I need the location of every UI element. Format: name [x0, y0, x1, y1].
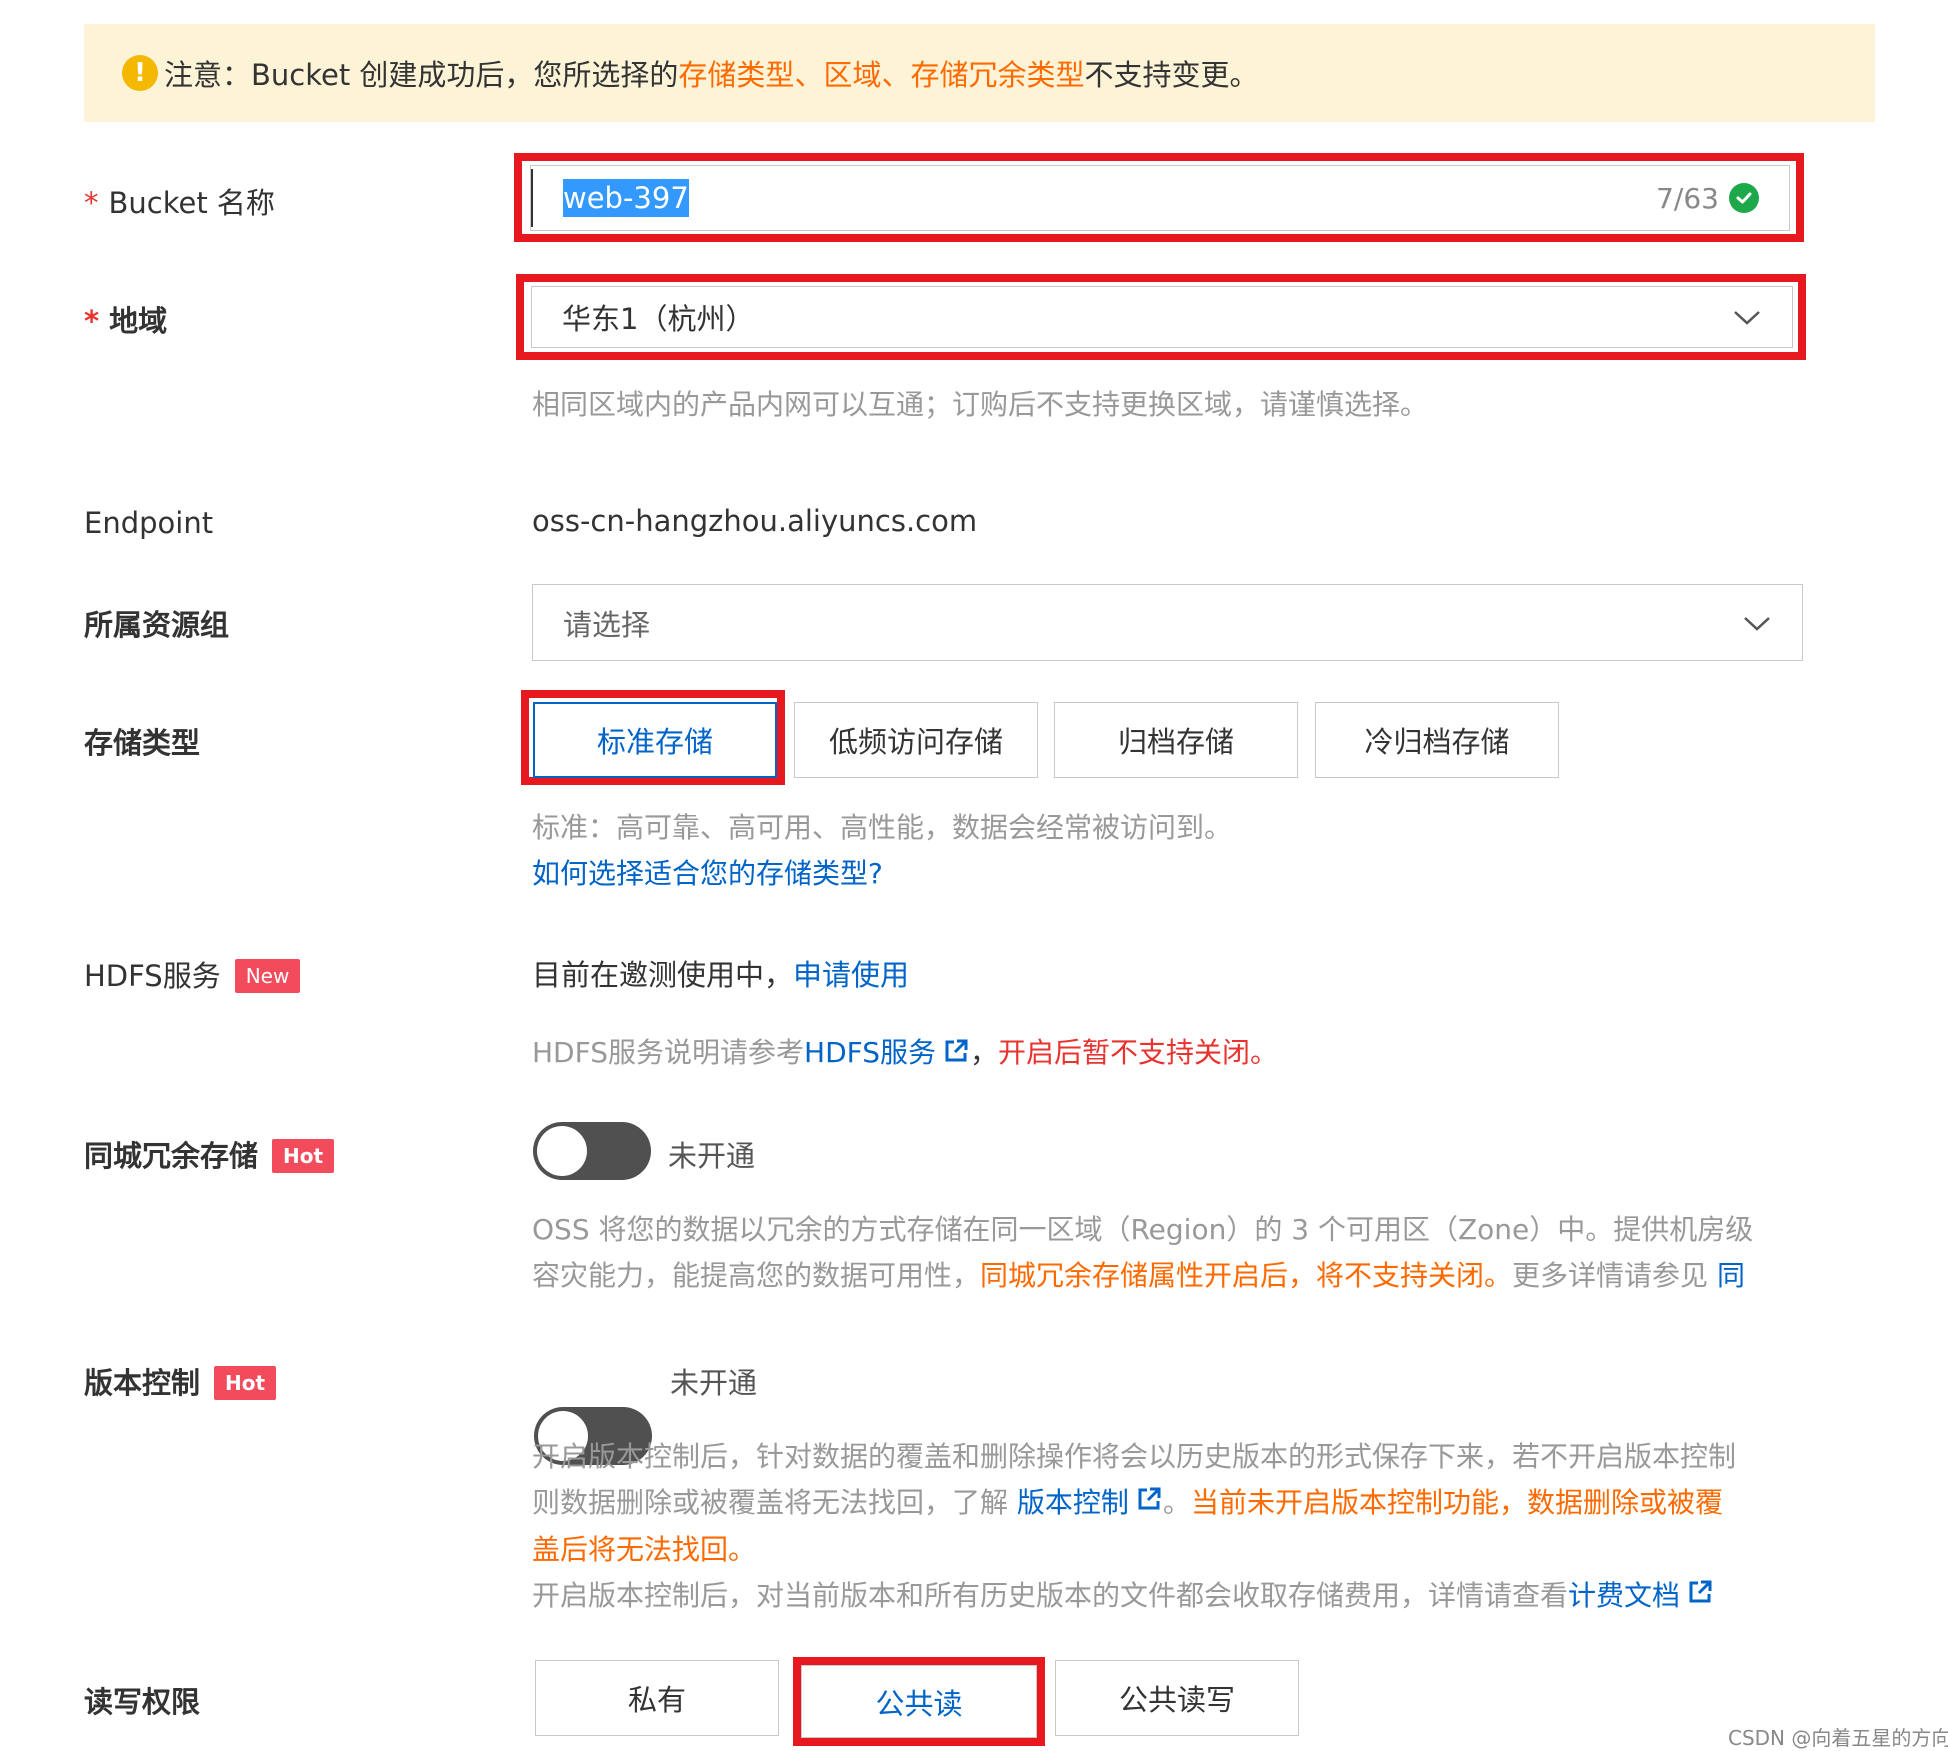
- resource-group-select[interactable]: 请选择: [532, 584, 1803, 661]
- acl-option-private[interactable]: 私有: [535, 1660, 779, 1736]
- versioning-warning-cont: 盖后将无法找回。: [532, 1533, 757, 1566]
- storage-class-label: 存储类型: [84, 726, 201, 760]
- watermark-text: CSDN @向着五星的方向: [1728, 1726, 1948, 1750]
- region-select[interactable]: 华东1（杭州）: [531, 286, 1793, 348]
- bucket-name-label: * Bucket 名称: [84, 186, 275, 220]
- hdfs-warning: 开启后暂不支持关闭。: [998, 1036, 1279, 1069]
- zone-redundancy-label: 同城冗余存储 Hot: [84, 1133, 335, 1175]
- versioning-label: 版本控制 Hot: [84, 1360, 277, 1402]
- zone-redundancy-warning: 同城冗余存储属性开启后，将不支持关闭。: [980, 1259, 1513, 1292]
- notice-sep: 、: [794, 58, 824, 92]
- new-badge: New: [234, 959, 301, 993]
- chevron-down-icon[interactable]: [1742, 606, 1772, 640]
- notice-banner: ! 注意：Bucket 创建成功后，您所选择的 存储类型 、 区域 、 存储冗余…: [84, 24, 1875, 122]
- hdfs-doc-link[interactable]: HDFS服务: [804, 1036, 936, 1069]
- storage-option-ia[interactable]: 低频访问存储: [794, 702, 1038, 778]
- notice-storage-type: 存储类型: [678, 58, 795, 92]
- chevron-down-icon[interactable]: [1732, 300, 1762, 334]
- external-link-icon[interactable]: [1135, 1481, 1163, 1527]
- zone-redundancy-toggle[interactable]: [533, 1122, 651, 1180]
- region-value: 华东1（杭州）: [562, 302, 755, 336]
- zone-redundancy-help: OSS 将您的数据以冗余的方式存储在同一区域（Region）的 3 个可用区（Z…: [532, 1213, 1754, 1292]
- hdfs-apply-link[interactable]: 申请使用: [793, 958, 909, 992]
- toggle-knob: [537, 1126, 587, 1176]
- required-mark: *: [84, 304, 100, 338]
- required-mark: *: [84, 186, 99, 220]
- notice-region: 区域: [823, 58, 882, 92]
- endpoint-value: oss-cn-hangzhou.aliyuncs.com: [532, 504, 978, 538]
- hot-badge: Hot: [272, 1139, 335, 1173]
- warning-icon: !: [122, 55, 158, 91]
- notice-suffix: 不支持变更。: [1084, 58, 1259, 92]
- versioning-doc-link[interactable]: 版本控制: [1017, 1486, 1129, 1519]
- endpoint-label: Endpoint: [84, 506, 214, 540]
- versioning-status: 未开通: [670, 1366, 758, 1400]
- external-link-icon[interactable]: [942, 1037, 970, 1072]
- external-link-icon[interactable]: [1686, 1574, 1714, 1620]
- hdfs-help: HDFS服务说明请参考HDFS服务 ，开启后暂不支持关闭。: [532, 1031, 1278, 1072]
- zone-redundancy-status: 未开通: [668, 1139, 756, 1173]
- notice-sep: 、: [881, 58, 911, 92]
- resource-group-placeholder: 请选择: [563, 607, 651, 642]
- bucket-name-value: web-397: [563, 179, 689, 217]
- bucket-name-input[interactable]: web-397 7/63: [530, 165, 1790, 231]
- region-label: * 地域: [84, 304, 168, 338]
- storage-option-standard[interactable]: 标准存储: [533, 702, 777, 778]
- notice-prefix: 注意：Bucket 创建成功后，您所选择的: [164, 58, 679, 92]
- notice-redundancy-type: 存储冗余类型: [910, 58, 1085, 92]
- resource-group-label: 所属资源组: [84, 608, 230, 642]
- storage-option-cold-archive[interactable]: 冷归档存储: [1315, 702, 1559, 778]
- storage-option-archive[interactable]: 归档存储: [1054, 702, 1298, 778]
- acl-option-public-read-write[interactable]: 公共读写: [1055, 1660, 1299, 1736]
- hdfs-status: 目前在邀测使用中，申请使用: [532, 958, 910, 992]
- zone-redundancy-doc-link[interactable]: 同: [1717, 1259, 1745, 1292]
- hot-badge: Hot: [214, 1366, 277, 1400]
- acl-label: 读写权限: [84, 1685, 201, 1719]
- versioning-help: 开启版本控制后，针对数据的覆盖和删除操作将会以历史版本的形式保存下来，若不开启版…: [532, 1434, 1832, 1620]
- check-circle-icon: [1729, 183, 1759, 213]
- storage-class-help: 标准：高可靠、高可用、高性能，数据会经常被访问到。: [532, 811, 1233, 844]
- billing-doc-link[interactable]: 计费文档: [1568, 1579, 1680, 1612]
- text-caret: [531, 169, 533, 227]
- region-help-text: 相同区域内的产品内网可以互通；订购后不支持更换区域，请谨慎选择。: [532, 388, 1429, 421]
- char-counter: 7/63: [1656, 182, 1759, 215]
- versioning-warning: 当前未开启版本控制功能，数据删除或被覆: [1190, 1486, 1723, 1519]
- acl-option-public-read[interactable]: 公共读: [801, 1665, 1037, 1738]
- hdfs-label: HDFS服务 New: [84, 953, 301, 995]
- storage-class-guide-link[interactable]: 如何选择适合您的存储类型?: [532, 852, 883, 892]
